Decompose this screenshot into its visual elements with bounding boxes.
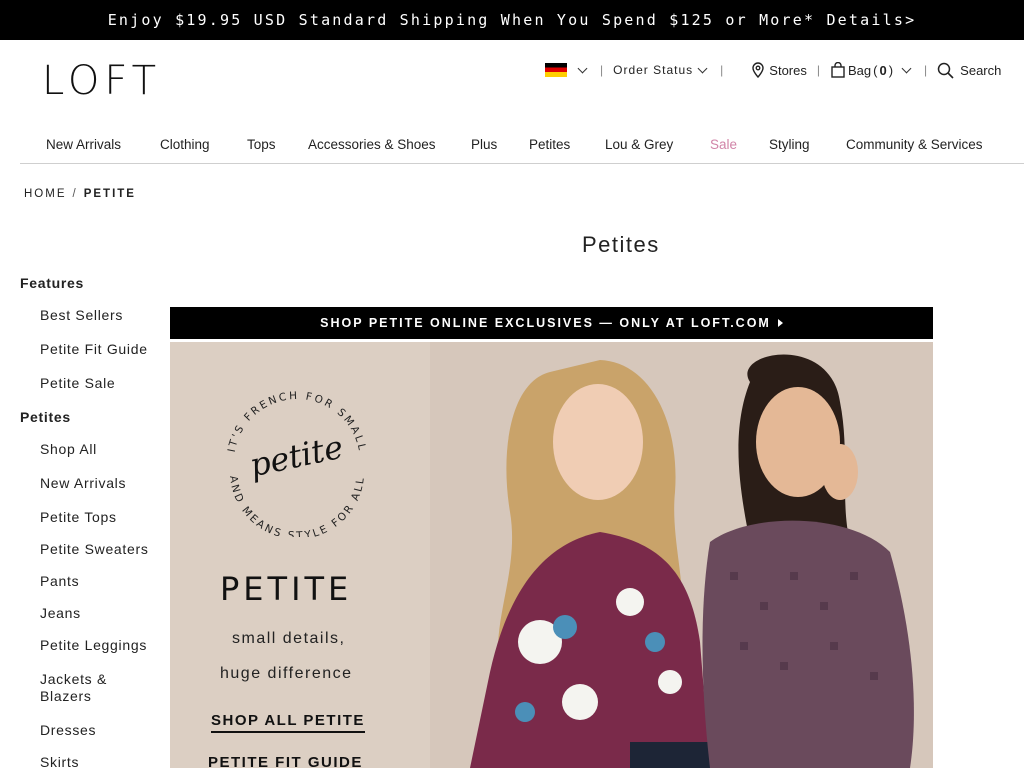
sidebar-item-skirts[interactable]: Skirts xyxy=(40,754,79,768)
shopping-bag-icon xyxy=(831,62,845,78)
bag-count: 0 xyxy=(879,62,887,78)
breadcrumb: HOME / PETITE xyxy=(24,188,136,200)
breadcrumb-current: PETITE xyxy=(83,188,136,200)
stores-label: Stores xyxy=(769,62,807,78)
page-title: Petites xyxy=(582,232,660,257)
models-photo-image xyxy=(430,342,933,768)
search-icon xyxy=(937,62,954,79)
sidebar-item-best-sellers[interactable]: Best Sellers xyxy=(40,307,123,324)
divider: | xyxy=(720,63,724,77)
emblem-script-word: petite xyxy=(246,428,346,485)
search-link[interactable]: Search xyxy=(937,62,1001,79)
petite-fit-guide-link[interactable]: PETITE FIT GUIDE xyxy=(208,754,363,768)
exclusive-banner-text: SHOP PETITE ONLINE EXCLUSIVES — ONLY AT … xyxy=(320,316,771,330)
sidebar-item-jeans[interactable]: Jeans xyxy=(40,605,81,622)
nav-new-arrivals[interactable]: New Arrivals xyxy=(46,137,121,152)
bag-paren-open: ( xyxy=(873,62,878,78)
divider: | xyxy=(600,63,604,77)
nav-clothing[interactable]: Clothing xyxy=(160,137,210,152)
sidebar-item-petite-leggings[interactable]: Petite Leggings xyxy=(40,637,147,654)
main-nav: New Arrivals Clothing Tops Accessories &… xyxy=(20,126,1024,164)
breadcrumb-separator: / xyxy=(72,188,78,200)
svg-text:AND MEANS STYLE FOR ALL: AND MEANS STYLE FOR ALL xyxy=(227,475,367,537)
divider: | xyxy=(816,63,820,77)
stores-link[interactable]: Stores xyxy=(751,62,807,78)
hero-banner: IT'S FRENCH FOR SMALL AND MEANS STYLE FO… xyxy=(170,342,933,768)
bag-link[interactable]: Bag (0) xyxy=(830,62,914,78)
bag-label: Bag xyxy=(847,62,872,78)
nav-sale[interactable]: Sale xyxy=(710,137,737,152)
hero-subtext-1: small details, xyxy=(232,630,346,647)
sidebar-heading-petites: Petites xyxy=(20,409,71,425)
sidebar-item-pants[interactable]: Pants xyxy=(40,573,79,590)
sidebar-item-dresses[interactable]: Dresses xyxy=(40,722,96,739)
breadcrumb-home[interactable]: HOME xyxy=(24,188,67,200)
sidebar-item-jackets-blazers[interactable]: Jackets & Blazers xyxy=(40,671,150,705)
sidebar-item-shop-all[interactable]: Shop All xyxy=(40,441,97,458)
hero-subtext-2: huge difference xyxy=(220,665,353,682)
sidebar-item-petite-fit-guide[interactable]: Petite Fit Guide xyxy=(40,341,148,358)
emblem-bottom-text: AND MEANS STYLE FOR ALL xyxy=(227,475,365,537)
nav-styling[interactable]: Styling xyxy=(769,137,810,152)
exclusive-banner-link[interactable]: SHOP PETITE ONLINE EXCLUSIVES — ONLY AT … xyxy=(170,307,933,339)
sidebar-heading-features: Features xyxy=(20,275,84,291)
location-pin-icon xyxy=(752,62,764,78)
chevron-down-icon xyxy=(577,63,588,73)
sidebar-item-petite-sweaters[interactable]: Petite Sweaters xyxy=(40,541,149,558)
nav-tops[interactable]: Tops xyxy=(247,137,276,152)
nav-petites[interactable]: Petites xyxy=(529,137,570,152)
hero-headline: PETITE xyxy=(220,570,353,608)
bag-paren-close: ) xyxy=(888,62,894,78)
germany-flag-icon xyxy=(545,63,567,77)
utility-nav: | Order Status | Stores | Bag (0) | Sear… xyxy=(540,58,1024,82)
nav-plus[interactable]: Plus xyxy=(471,137,497,152)
petite-emblem-icon: IT'S FRENCH FOR SMALL AND MEANS STYLE FO… xyxy=(226,390,367,537)
divider: | xyxy=(924,63,928,77)
chevron-down-icon xyxy=(901,63,912,73)
sidebar-item-petite-tops[interactable]: Petite Tops xyxy=(40,509,117,526)
promo-text[interactable]: Enjoy $19.95 USD Standard Shipping When … xyxy=(108,11,917,29)
play-arrow-icon xyxy=(777,319,783,327)
country-selector[interactable] xyxy=(540,63,590,77)
order-status-link[interactable]: Order Status xyxy=(613,63,710,77)
nav-lou-grey[interactable]: Lou & Grey xyxy=(605,137,673,152)
logo[interactable]: LOFT xyxy=(42,58,161,104)
promo-bar: Enjoy $19.95 USD Standard Shipping When … xyxy=(0,0,1024,40)
search-label: Search xyxy=(960,62,1002,78)
chevron-down-icon xyxy=(697,63,708,73)
sidebar-item-petite-sale[interactable]: Petite Sale xyxy=(40,375,115,392)
shop-all-petite-link[interactable]: SHOP ALL PETITE xyxy=(211,712,365,733)
order-status-label: Order Status xyxy=(613,63,694,77)
nav-accessories-shoes[interactable]: Accessories & Shoes xyxy=(308,137,436,152)
sidebar-item-new-arrivals[interactable]: New Arrivals xyxy=(40,475,126,492)
nav-community-services[interactable]: Community & Services xyxy=(846,137,983,152)
